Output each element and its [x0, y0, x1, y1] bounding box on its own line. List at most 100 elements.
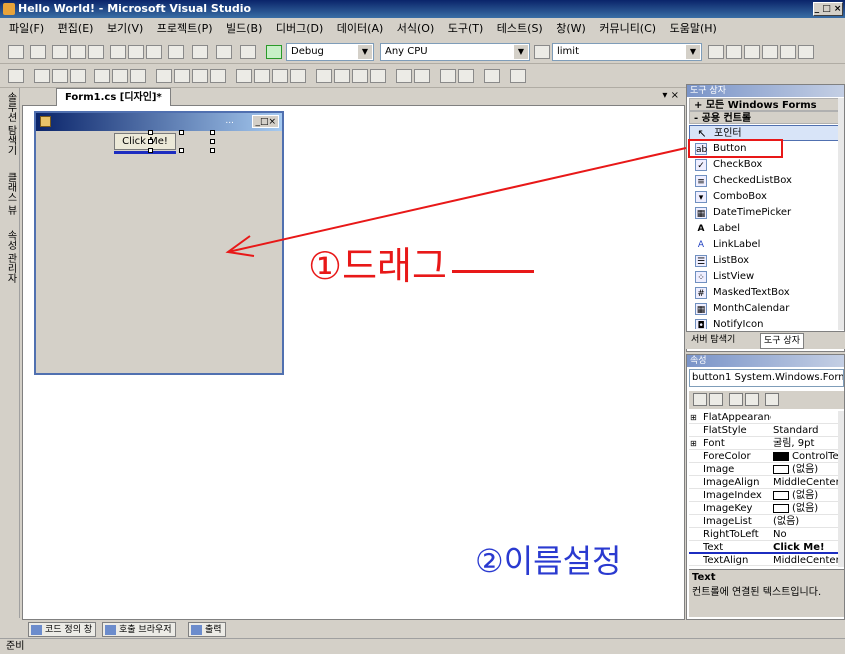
prop-row-text[interactable]: Text Click Me! — [689, 541, 839, 554]
resize-handle-tl[interactable] — [148, 130, 153, 135]
prop-row-flatappearance[interactable]: ⊞ FlatAppearanc — [689, 411, 839, 424]
menu-debug[interactable]: 디버그(D) — [271, 18, 328, 40]
tab-toolbox[interactable]: 도구 상자 — [760, 333, 804, 349]
toolbox-item-listview[interactable]: ⁘ ListView — [689, 269, 841, 285]
navigate-backward-icon[interactable] — [216, 45, 232, 59]
events-lightning-icon[interactable] — [745, 393, 759, 406]
config-select[interactable]: Debug ▼ — [286, 43, 374, 61]
h-spacing-equal-icon[interactable] — [236, 69, 252, 83]
copy-icon[interactable] — [128, 45, 144, 59]
tab-code-definition[interactable]: 코드 정의 창 — [28, 622, 97, 637]
align-to-grid-icon[interactable] — [8, 69, 24, 83]
menu-format[interactable]: 서식(O) — [392, 18, 439, 40]
tab-solution-explorer[interactable]: 솔루션 탐색기 — [3, 92, 17, 155]
redo-icon[interactable] — [192, 45, 208, 59]
start-debug-icon[interactable] — [266, 45, 282, 59]
prop-value-cell[interactable]: (없음) — [773, 502, 841, 515]
properties-view-icon[interactable] — [729, 393, 743, 406]
toolbox-item-linklabel[interactable]: A LinkLabel — [689, 237, 841, 253]
prop-value[interactable]: 굴림, 9pt — [773, 437, 841, 450]
align-centers-icon[interactable] — [52, 69, 68, 83]
prop-row-forecolor[interactable]: ForeColor ControlTex — [689, 450, 841, 463]
prop-value[interactable]: (없음) — [773, 515, 841, 528]
menu-build[interactable]: 빌드(B) — [221, 18, 267, 40]
resize-handle-tr[interactable] — [210, 130, 215, 135]
find-combo[interactable]: limit ▼ — [552, 43, 702, 61]
properties-scrollbar[interactable] — [838, 411, 844, 567]
paste-icon[interactable] — [146, 45, 162, 59]
menu-edit[interactable]: 편집(E) — [53, 18, 99, 40]
prop-value[interactable]: MiddleCenter — [773, 554, 839, 565]
save-all-icon[interactable] — [88, 45, 104, 59]
open-folder-icon[interactable] — [52, 45, 68, 59]
click-me-button[interactable]: Click Me! — [114, 133, 176, 150]
toolbox-group-all[interactable]: + 모든 Windows Forms — [689, 98, 841, 111]
menu-help[interactable]: 도움말(H) — [665, 18, 722, 40]
size-to-grid-icon[interactable] — [174, 69, 190, 83]
center-horizontally-icon[interactable] — [396, 69, 412, 83]
center-vertically-icon[interactable] — [414, 69, 430, 83]
new-project-icon[interactable] — [8, 45, 24, 59]
prop-row-imagelist[interactable]: ImageList (없음) — [689, 515, 839, 528]
cut-icon[interactable] — [110, 45, 126, 59]
make-same-size-icon[interactable] — [210, 69, 226, 83]
properties-icon[interactable] — [726, 45, 742, 59]
platform-select[interactable]: Any CPU ▼ — [380, 43, 530, 61]
toolbox-item-combobox[interactable]: ▾ ComboBox — [689, 189, 841, 205]
prop-row-textalign[interactable]: TextAlign MiddleCenter — [689, 554, 839, 566]
form-window-controls[interactable]: _□× — [252, 115, 279, 128]
resize-handle-l[interactable] — [148, 139, 153, 144]
prop-row-font[interactable]: ⊞ Font 굴림, 9pt — [689, 437, 839, 450]
prop-row-imagekey[interactable]: ImageKey (없음) — [689, 502, 839, 515]
properties-object-select[interactable]: button1 System.Windows.Form — [689, 369, 844, 387]
toolbox-item-label[interactable]: A Label — [689, 221, 841, 237]
menu-view[interactable]: 보기(V) — [102, 18, 148, 40]
tab-output[interactable]: 출력 — [188, 622, 226, 637]
prop-value[interactable]: Click Me! — [773, 541, 841, 554]
bring-to-front-icon[interactable] — [440, 69, 456, 83]
add-item-icon[interactable] — [30, 45, 46, 59]
h-spacing-remove-icon[interactable] — [290, 69, 306, 83]
lock-controls-icon[interactable] — [484, 69, 500, 83]
toolbox-item-maskedtextbox[interactable]: # MaskedTextBox — [689, 285, 841, 301]
align-tops-icon[interactable] — [94, 69, 110, 83]
start-page-icon[interactable] — [780, 45, 796, 59]
tab-property-manager[interactable]: 속성 관리자 — [3, 230, 17, 283]
tab-class-view[interactable]: 클래스 뷰 — [3, 172, 17, 215]
toolbox-item-notifyicon[interactable]: ◘ NotifyIcon — [689, 317, 841, 329]
toolbox-item-listbox[interactable]: ☰ ListBox — [689, 253, 841, 269]
prop-value-cell[interactable]: (없음) — [773, 489, 841, 502]
expand-icon[interactable]: ⊞ — [690, 437, 697, 450]
prop-row-righttoleft[interactable]: RightToLeft No — [689, 528, 839, 541]
prop-row-imageindex[interactable]: ImageIndex (없음) — [689, 489, 839, 502]
save-icon[interactable] — [70, 45, 86, 59]
make-same-height-icon[interactable] — [192, 69, 208, 83]
menu-community[interactable]: 커뮤니티(C) — [594, 18, 661, 40]
expand-icon[interactable]: ⊞ — [690, 411, 697, 424]
send-to-back-icon[interactable] — [458, 69, 474, 83]
menu-window[interactable]: 창(W) — [551, 18, 591, 40]
menu-project[interactable]: 프로젝트(P) — [152, 18, 218, 40]
resize-handle-t[interactable] — [179, 130, 184, 135]
prop-value[interactable]: No — [773, 528, 841, 541]
find-in-files-icon[interactable] — [534, 45, 550, 59]
alphabetical-icon[interactable] — [709, 393, 723, 406]
toolbox-scrollbar[interactable] — [838, 98, 844, 330]
menu-file[interactable]: 파일(F) — [4, 18, 49, 40]
categorized-icon[interactable] — [693, 393, 707, 406]
toolbox-item-monthcalendar[interactable]: ▦ MonthCalendar — [689, 301, 841, 317]
window-list-icon[interactable] — [798, 45, 814, 59]
prop-value-cell[interactable]: (없음) — [773, 463, 841, 476]
navigate-forward-icon[interactable] — [240, 45, 256, 59]
close-document-icon[interactable]: ▾ × — [662, 90, 679, 101]
object-browser-icon[interactable] — [744, 45, 760, 59]
tab-server-explorer[interactable]: 서버 탐색기 — [688, 333, 738, 349]
window-controls[interactable]: _ □ × — [813, 2, 843, 16]
prop-row-image[interactable]: Image (없음) — [689, 463, 839, 476]
menu-test[interactable]: 테스트(S) — [492, 18, 548, 40]
property-pages-icon[interactable] — [765, 393, 779, 406]
v-spacing-increase-icon[interactable] — [334, 69, 350, 83]
resize-handle-b[interactable] — [179, 148, 184, 153]
align-lefts-icon[interactable] — [34, 69, 50, 83]
tab-call-browser[interactable]: 호출 브라우저 — [102, 622, 176, 637]
